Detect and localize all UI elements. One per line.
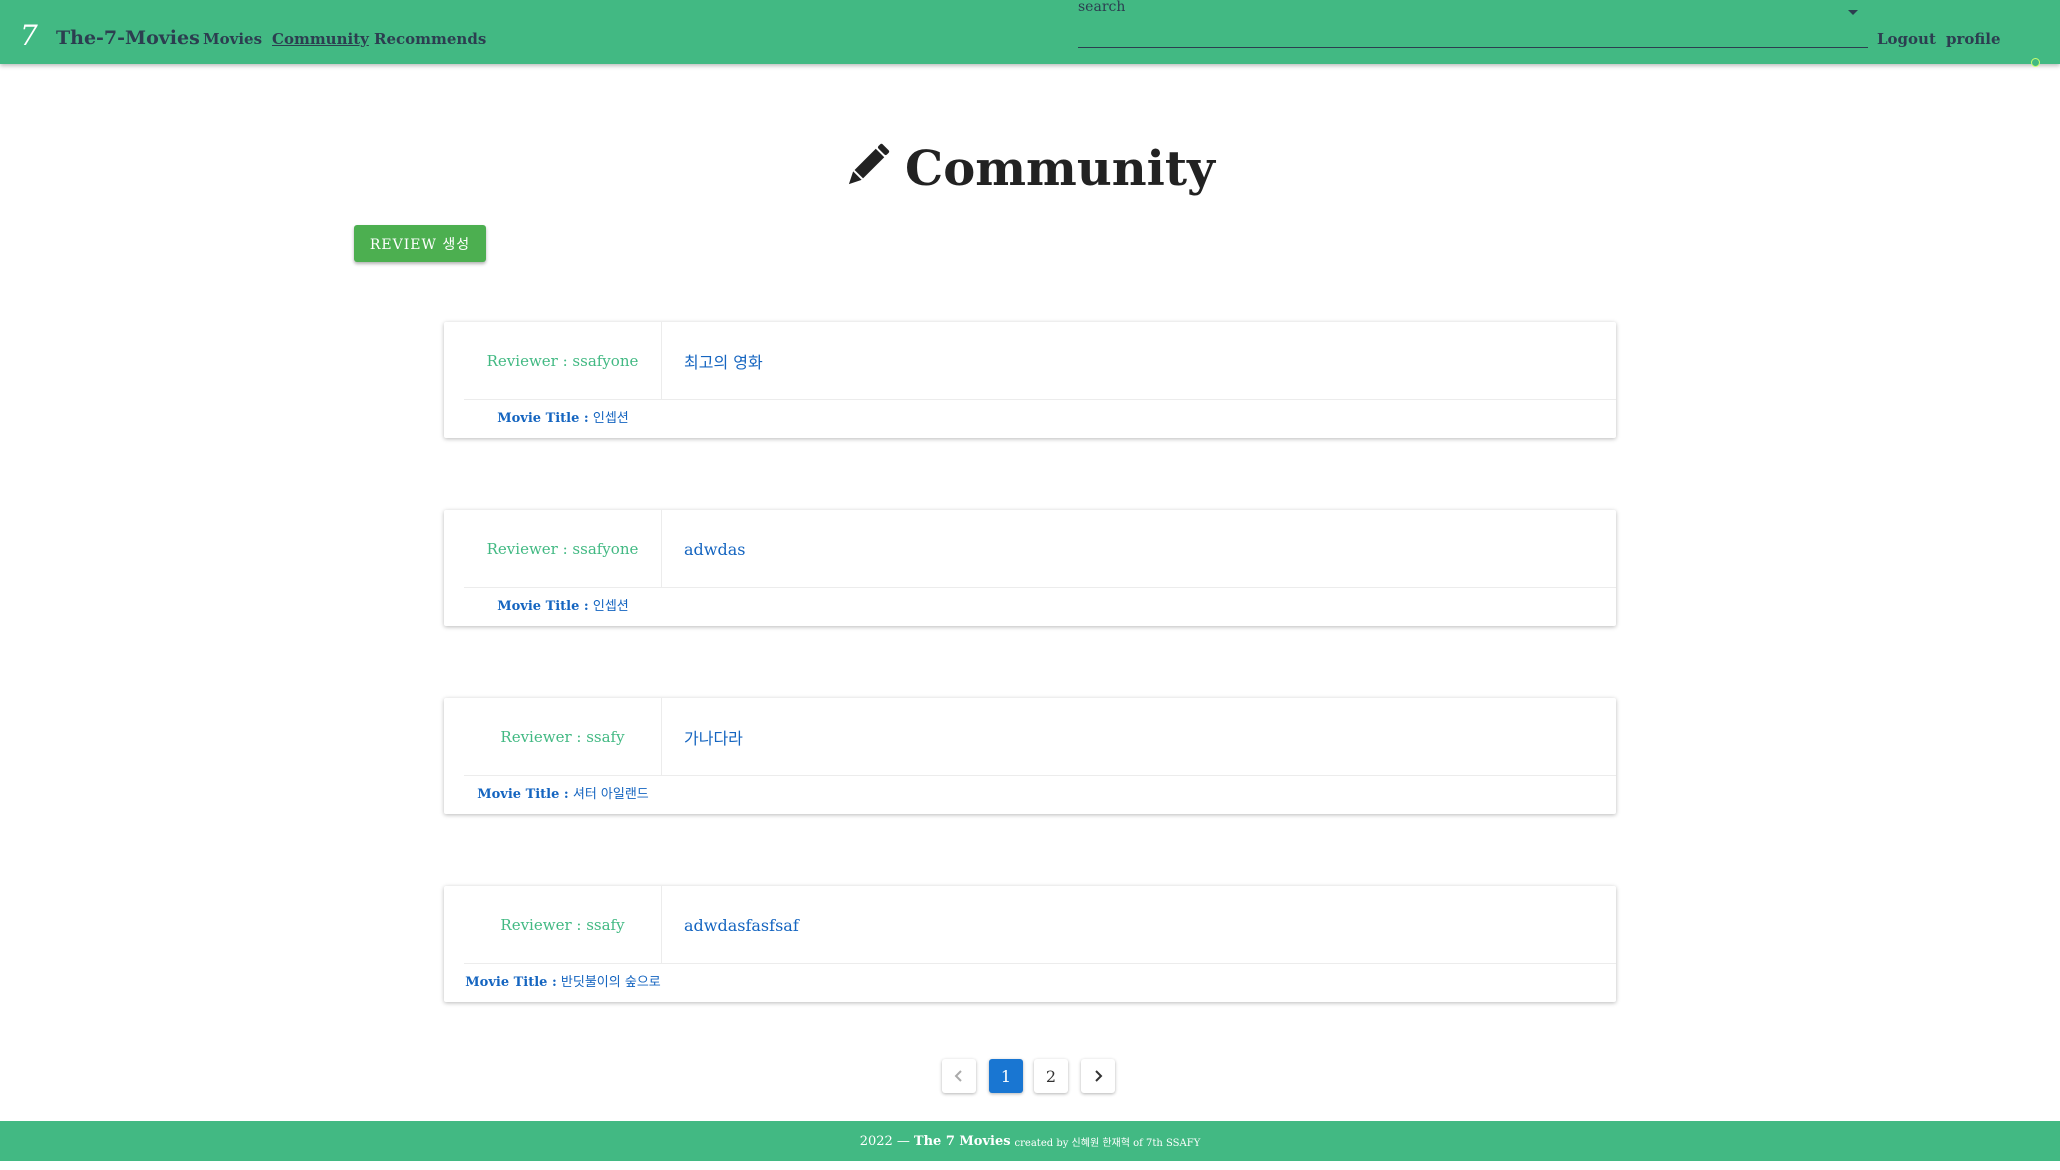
movie-title-line: Movie Title : 인셉션 xyxy=(464,595,662,614)
profile-link[interactable]: profile xyxy=(1946,32,2001,47)
movie-title-line: Movie Title : 반딧불이의 숲으로 xyxy=(464,971,662,990)
pencil-icon xyxy=(848,143,890,185)
review-title[interactable]: 가나다라 xyxy=(684,698,743,776)
page-title-text: Community xyxy=(905,141,1215,197)
movie-title-label: Movie Title : xyxy=(497,411,589,426)
pagination-next-button[interactable] xyxy=(1081,1059,1115,1093)
review-title[interactable]: adwdasfasfsaf xyxy=(684,886,799,964)
reviewer-name: Reviewer : ssafy xyxy=(464,698,662,776)
pagination-prev-button[interactable] xyxy=(942,1059,976,1093)
brand-name[interactable]: The-7-Movies xyxy=(56,29,200,48)
search-input[interactable] xyxy=(1078,16,1838,46)
review-card-header: Reviewer : ssafyone 최고의 영화 xyxy=(464,322,1616,400)
reviewer-name: Reviewer : ssafy xyxy=(464,886,662,964)
search-field[interactable]: search xyxy=(1078,0,1868,48)
pagination-page-2[interactable]: 2 xyxy=(1034,1059,1068,1093)
movie-title-label: Movie Title : xyxy=(465,975,557,990)
review-card-header: Reviewer : ssafy adwdasfasfsaf xyxy=(464,886,1616,964)
chevron-down-icon[interactable] xyxy=(1848,10,1858,15)
logo-icon[interactable]: 7 xyxy=(20,22,38,50)
review-card-header: Reviewer : ssafy 가나다라 xyxy=(464,698,1616,776)
review-title[interactable]: adwdas xyxy=(684,510,745,588)
movie-title-line: Movie Title : 셔터 아일랜드 xyxy=(464,783,662,802)
movie-title-value: 셔터 아일랜드 xyxy=(572,787,649,802)
footer-year: 2022 — xyxy=(859,1133,910,1149)
nav-link-recommends[interactable]: Recommends xyxy=(374,32,486,47)
movie-title-value: 인셉션 xyxy=(592,411,629,426)
footer: 2022 — The 7 Movies created by 신혜원 한재혁 o… xyxy=(0,1121,2060,1161)
reviewer-name: Reviewer : ssafyone xyxy=(464,510,662,588)
chevron-right-icon xyxy=(1095,1070,1103,1082)
review-card[interactable]: Reviewer : ssafyone 최고의 영화 Movie Title :… xyxy=(444,322,1616,438)
review-card[interactable]: Reviewer : ssafyone adwdas Movie Title :… xyxy=(444,510,1616,626)
movie-title-label: Movie Title : xyxy=(477,787,569,802)
review-card[interactable]: Reviewer : ssafy adwdasfasfsaf Movie Tit… xyxy=(444,886,1616,1002)
logout-link[interactable]: Logout xyxy=(1877,32,1936,47)
movie-title-value: 인셉션 xyxy=(592,599,629,614)
movie-title-label: Movie Title : xyxy=(497,599,589,614)
reviewer-name: Reviewer : ssafyone xyxy=(464,322,662,400)
status-dot-icon xyxy=(2031,58,2040,67)
chevron-left-icon xyxy=(954,1070,962,1082)
footer-site-name: The 7 Movies xyxy=(913,1133,1011,1149)
movie-title-value: 반딧불이의 숲으로 xyxy=(560,975,661,990)
top-navbar: 7 The-7-Movies Movies Community Recommen… xyxy=(0,0,2060,67)
pagination-page-1[interactable]: 1 xyxy=(989,1059,1023,1093)
nav-link-community[interactable]: Community xyxy=(272,32,369,47)
nav-link-movies[interactable]: Movies xyxy=(203,32,262,47)
review-card-header: Reviewer : ssafyone adwdas xyxy=(464,510,1616,588)
movie-title-line: Movie Title : 인셉션 xyxy=(464,407,662,426)
page-title: Community xyxy=(0,142,2060,193)
review-title[interactable]: 최고의 영화 xyxy=(684,322,763,400)
footer-credit: created by 신혜원 한재혁 of 7th SSAFY xyxy=(1014,1137,1201,1149)
review-card[interactable]: Reviewer : ssafy 가나다라 Movie Title : 셔터 아… xyxy=(444,698,1616,814)
create-review-button[interactable]: REVIEW 생성 xyxy=(354,225,486,262)
search-label: search xyxy=(1078,0,1126,15)
